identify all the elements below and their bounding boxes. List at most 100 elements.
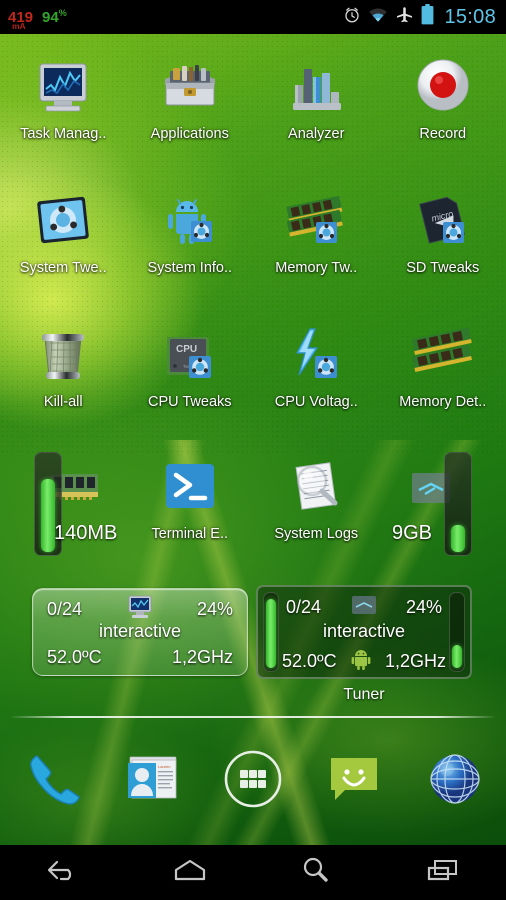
magnifier-document-icon <box>280 452 352 524</box>
lightning-gear-icon <box>280 320 352 392</box>
dock: Lauren <box>0 735 506 827</box>
search-icon <box>301 856 331 889</box>
widget-light-top-row: 0/24 24% <box>33 595 247 624</box>
ubuntu-gear-tablet-icon <box>27 186 99 258</box>
battery-current-indicator: 419 mA <box>8 9 34 31</box>
app-label: Record <box>419 126 467 142</box>
record-button-icon <box>407 52 479 124</box>
nav-button-search[interactable] <box>253 856 380 889</box>
android-gear-icon <box>154 186 226 258</box>
bar-chart-icon <box>280 52 352 124</box>
tuner-widget-label: Tuner <box>343 686 385 703</box>
app-label: System Twe.. <box>19 260 107 276</box>
app-grid-row-2: System Twe.. System Info.. Memory Tw.. m… <box>0 186 506 276</box>
battery-icon <box>421 4 434 30</box>
widget-governor: interactive <box>322 621 406 641</box>
app-icon-record[interactable]: Record <box>380 52 506 142</box>
app-label: Terminal E.. <box>151 526 229 542</box>
android-home-screen: 419 mA 94% 15:08 Task Manag.. Applicatio… <box>0 0 506 900</box>
home-icon <box>172 857 208 888</box>
svg-text:CPU: CPU <box>176 344 197 355</box>
navigation-bar <box>0 845 506 900</box>
wifi-icon <box>368 7 388 28</box>
cpu-tuner-widget-dark[interactable]: 0/24 24% interactive 52.0ºC 1,2GHz <box>256 585 472 679</box>
trash-bin-icon <box>27 320 99 392</box>
ram-gear-icon <box>280 186 352 258</box>
app-icon-system-tweaks[interactable]: System Twe.. <box>0 186 127 276</box>
sdcard-icon <box>351 595 377 620</box>
storage-gauge[interactable] <box>444 452 472 556</box>
app-grid-row-1: Task Manag.. Applications Analyzer Recor… <box>0 52 506 142</box>
svg-text:Lauren: Lauren <box>158 764 170 769</box>
android-robot-icon <box>350 648 372 675</box>
status-bar[interactable]: 419 mA 94% 15:08 <box>0 0 506 34</box>
app-label: Memory Tw.. <box>275 260 358 276</box>
recent-apps-icon <box>426 857 460 888</box>
app-icon-analyzer[interactable]: Analyzer <box>253 52 380 142</box>
app-icon-kill-all[interactable]: Kill-all <box>0 320 127 410</box>
microsd-gear-icon: micro <box>407 186 479 258</box>
widget-load: 24% <box>196 599 233 619</box>
app-grid-row-3: Kill-all CPU Tweaks CPU Tweaks <box>0 320 506 410</box>
widget-temperature: 52.0ºC <box>282 651 337 671</box>
widget-governor: interactive <box>98 621 182 641</box>
back-arrow-icon <box>46 857 80 888</box>
app-icon-system-logs[interactable]: System Logs <box>253 452 380 542</box>
app-label: Task Manag.. <box>20 126 107 142</box>
app-icon-terminal-emulator[interactable]: Terminal E.. <box>127 452 254 542</box>
dock-item-messaging[interactable] <box>304 748 405 815</box>
app-icon-memory-tweaks[interactable]: Memory Tw.. <box>253 186 380 276</box>
app-icon-memory-details[interactable]: Memory Det.. <box>380 320 506 410</box>
battery-percent-indicator: 94% <box>42 8 67 26</box>
status-bar-left: 419 mA 94% <box>8 8 67 31</box>
widget-dark-governor-row: interactive <box>258 621 470 642</box>
app-icon-cpu-voltage[interactable]: CPU Voltag.. <box>253 320 380 410</box>
ram-gauge-label: 140MB <box>54 522 118 544</box>
nav-button-home[interactable] <box>127 857 254 888</box>
widget-cores: 0/24 <box>286 597 322 617</box>
widget-light-bottom-row: 52.0ºC 1,2GHz <box>33 647 247 668</box>
app-icon-applications[interactable]: Applications <box>127 52 254 142</box>
app-label: Memory Det.. <box>399 394 487 410</box>
cpu-gear-icon: CPU Tweaks <box>154 320 226 392</box>
nav-button-recents[interactable] <box>380 857 506 888</box>
widget-light-governor-row: interactive <box>33 621 247 642</box>
widget-frequency: 1,2GHz <box>384 651 446 671</box>
app-label: CPU Tweaks <box>147 394 232 410</box>
widget-temperature: 52.0ºC <box>47 647 102 667</box>
storage-gauge-fill <box>451 525 465 552</box>
ram-stick-icon <box>407 320 479 392</box>
widget-dark-bottom-row: 52.0ºC 1,2GHz <box>258 648 470 675</box>
airplane-mode-icon <box>395 5 414 29</box>
app-label: System Logs <box>274 526 359 542</box>
app-label: System Info.. <box>147 260 233 276</box>
dock-item-app-drawer[interactable] <box>202 748 303 815</box>
toolbox-icon <box>154 52 226 124</box>
dock-item-browser[interactable] <box>405 749 506 814</box>
widget-frequency: 1,2GHz <box>171 647 233 667</box>
app-label: SD Tweaks <box>406 260 480 276</box>
nav-button-back[interactable] <box>0 857 127 888</box>
phone-handset-icon <box>20 748 82 815</box>
app-label: Kill-all <box>43 394 83 410</box>
current-unit: mA <box>12 21 26 31</box>
storage-gauge-label: 9GB <box>392 522 433 544</box>
message-bubble-icon <box>323 748 385 815</box>
status-bar-clock: 15:08 <box>444 6 496 28</box>
dock-item-phone[interactable] <box>0 748 101 815</box>
app-icon-cpu-tweaks[interactable]: CPU Tweaks CPU Tweaks <box>127 320 254 410</box>
globe-browser-icon <box>425 749 485 814</box>
dock-divider <box>12 716 494 718</box>
app-icon-sd-tweaks[interactable]: micro SD Tweaks <box>380 186 506 276</box>
app-label: Analyzer <box>288 126 345 142</box>
ram-gauge-fill <box>41 478 55 552</box>
app-icon-system-info[interactable]: System Info.. <box>127 186 254 276</box>
cpu-tuner-widget-light[interactable]: 0/24 24% interactive 52.0ºC 1,2GHz <box>32 588 248 676</box>
widget-dark-top-row: 0/24 24% <box>258 595 470 620</box>
app-icon-task-manager[interactable]: Task Manag.. <box>0 52 127 142</box>
dock-item-contacts[interactable]: Lauren <box>101 749 202 814</box>
contacts-card-icon: Lauren <box>122 749 182 814</box>
alarm-clock-icon <box>343 6 361 29</box>
app-label: Applications <box>150 126 229 142</box>
monitor-chart-icon <box>27 52 99 124</box>
